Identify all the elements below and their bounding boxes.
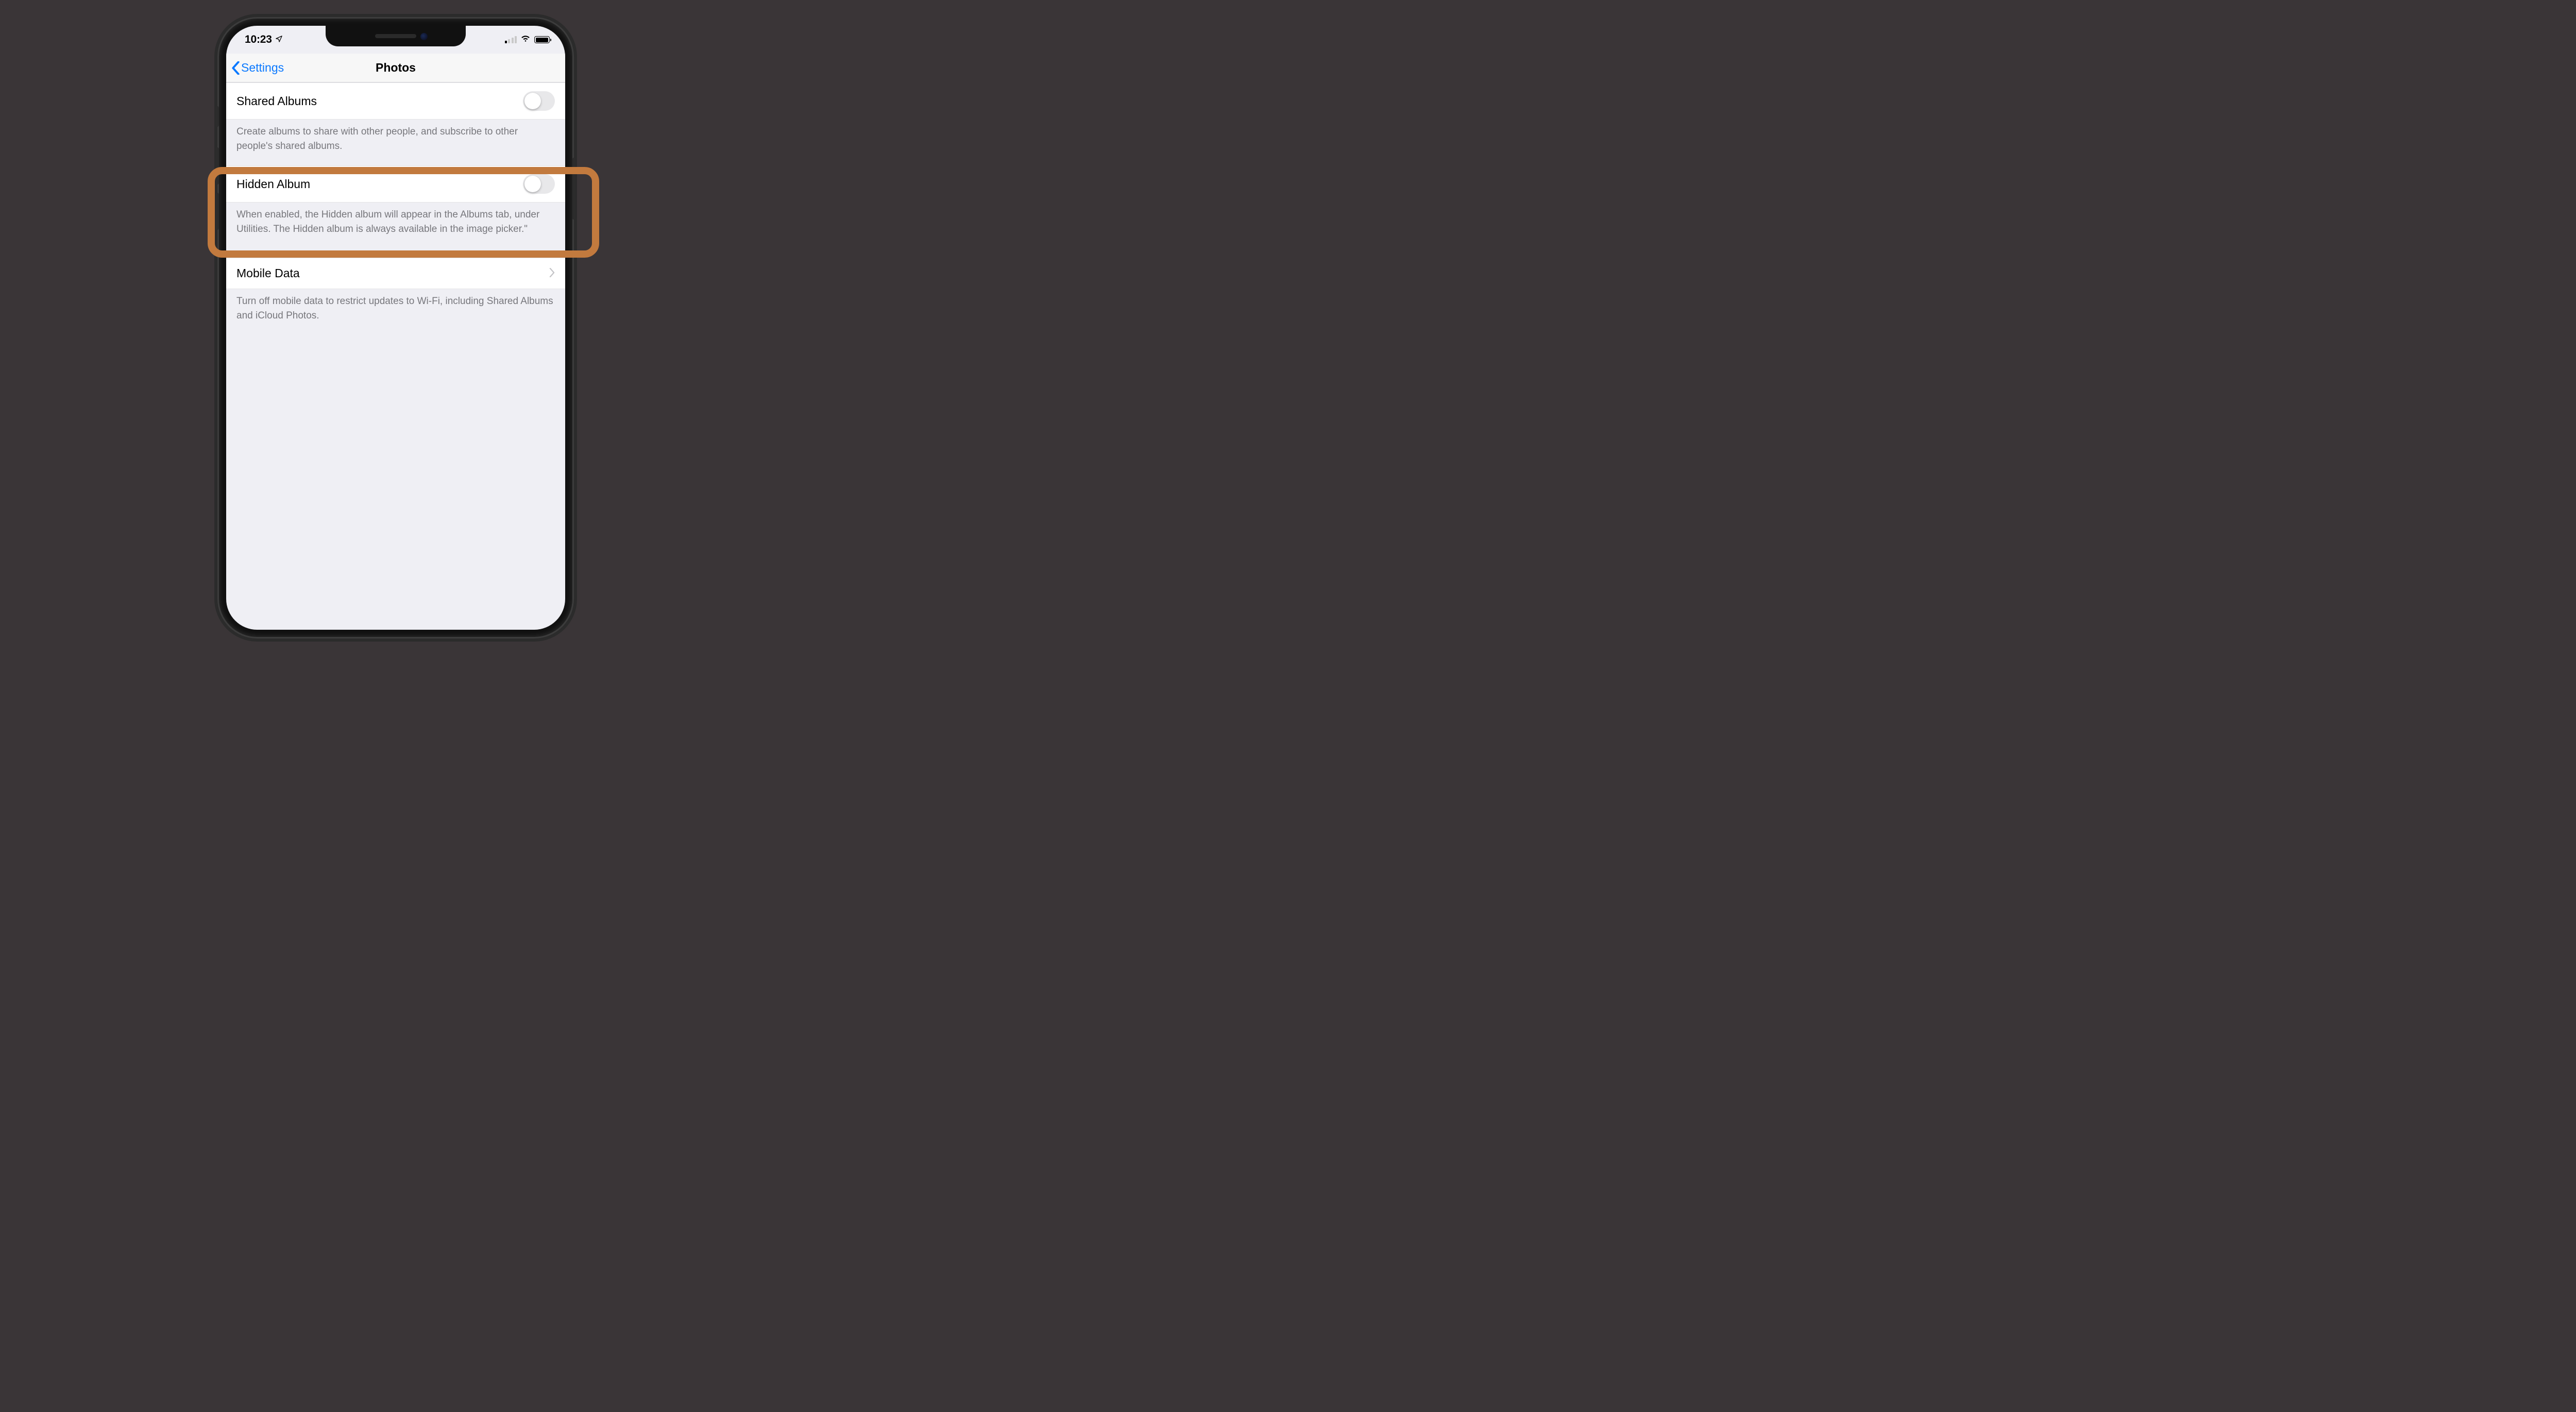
shared-albums-toggle[interactable]	[523, 91, 555, 111]
volume-down-button	[216, 193, 219, 230]
silence-switch	[216, 106, 219, 127]
hidden-album-label: Hidden Album	[236, 177, 523, 191]
notch	[326, 26, 466, 46]
status-time: 10:23	[245, 33, 272, 46]
back-button[interactable]: Settings	[231, 54, 284, 82]
shared-albums-row: Shared Albums	[226, 82, 565, 120]
hidden-album-row: Hidden Album	[226, 165, 565, 203]
nav-bar: Settings Photos	[226, 54, 565, 82]
power-button	[572, 158, 575, 220]
wifi-icon	[520, 35, 531, 45]
page-title: Photos	[376, 61, 416, 75]
mobile-data-row[interactable]: Mobile Data	[226, 258, 565, 289]
shared-albums-label: Shared Albums	[236, 94, 523, 108]
phone-frame: 10:23 Settin	[219, 19, 572, 637]
volume-up-button	[216, 147, 219, 184]
chevron-right-icon	[549, 266, 555, 280]
shared-albums-footer: Create albums to share with other people…	[226, 120, 565, 165]
hidden-album-toggle[interactable]	[523, 174, 555, 194]
mobile-data-label: Mobile Data	[236, 266, 549, 280]
location-icon	[275, 33, 283, 46]
battery-icon	[534, 36, 550, 43]
back-label: Settings	[241, 61, 284, 75]
mobile-data-footer: Turn off mobile data to restrict updates…	[226, 289, 565, 335]
cellular-signal-icon	[505, 36, 517, 43]
hidden-album-footer: When enabled, the Hidden album will appe…	[226, 203, 565, 248]
